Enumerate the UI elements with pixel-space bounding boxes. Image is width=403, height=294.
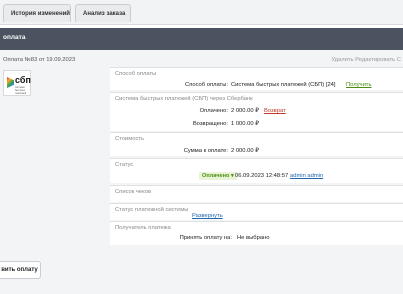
refund-link[interactable]: Возврат: [264, 108, 286, 114]
expand-link[interactable]: Развернуть: [192, 213, 223, 219]
returned-value: 1 000.00 ₽: [231, 121, 259, 127]
bottom-bar: вить оплату: [0, 245, 403, 294]
paid-value: 2 000.00 ₽: [231, 108, 259, 114]
tab-history[interactable]: История изменений: [3, 4, 71, 22]
status-select[interactable]: Оплачено ▾: [199, 172, 237, 180]
payment-method-label: Способ оплаты:: [185, 82, 228, 88]
receiver-value[interactable]: Не выбрано: [237, 235, 269, 241]
section-title: оплата: [3, 34, 26, 41]
section-payment-system-status: Статус платежной системы Развернуть: [110, 203, 403, 220]
receiver-title: Получатель платежа: [115, 225, 171, 231]
amount-due-value: 2 000.00 ₽: [231, 148, 259, 154]
payment-number: Оплата №83 от 19.09.2023: [3, 57, 76, 63]
section-sbp: Система быстрых платежей (СБП) через Сбе…: [110, 92, 403, 131]
payment-method-value: Система быстрых платежей (СБП) [24]: [231, 82, 336, 88]
section-payment-method: Способ оплаты Способ оплаты: Система быс…: [110, 67, 403, 90]
status-user-link[interactable]: admin admin: [290, 173, 323, 179]
cost-title: Стоимость: [115, 136, 145, 142]
amount-due-label: Сумма к оплате:: [183, 148, 228, 154]
checks-title: Список чеков: [115, 189, 152, 195]
save-payment-button[interactable]: вить оплату: [0, 261, 41, 279]
returned-label: Возвращено:: [192, 121, 228, 127]
sbp-title: Система быстрых платежей (СБП) через Сбе…: [115, 96, 253, 102]
status-selected: Оплачено: [202, 173, 230, 179]
sbp-logo-mark: [7, 77, 14, 88]
tabs-bar: История изменений Анализ заказа: [0, 0, 403, 25]
section-status: Статус Оплачено ▾ 06.09.2023 12:48:57 ad…: [110, 158, 403, 183]
paid-label: Оплачено:: [199, 108, 228, 114]
payment-actions[interactable]: Удалить Редактировать С: [331, 57, 401, 63]
sbp-logo: сбп система быстрых платежей: [3, 70, 31, 96]
receiver-label: Принять оплату на:: [179, 235, 232, 241]
sbp-logo-text: сбп: [15, 75, 31, 85]
section-checks: Список чеков: [110, 185, 403, 202]
get-payment-link[interactable]: Получить: [346, 82, 371, 88]
tab-order-analysis[interactable]: Анализ заказа: [75, 4, 131, 22]
section-receiver: Получатель платежа Принять оплату на: Не…: [110, 221, 403, 245]
payment-panel: Оплата №83 от 19.09.2023 Удалить Редакти…: [0, 50, 403, 245]
chevron-down-icon: ▾: [230, 173, 234, 179]
section-header: оплата: [0, 28, 403, 50]
sbp-logo-subtext: система быстрых платежей: [15, 86, 27, 95]
section-cost: Стоимость Сумма к оплате: 2 000.00 ₽: [110, 132, 403, 156]
status-date: 06.09.2023 12:48:57: [235, 173, 289, 179]
payment-system-status-title: Статус платежной системы: [115, 207, 189, 213]
payment-method-title: Способ оплаты: [115, 71, 157, 77]
status-title: Статус: [115, 162, 134, 168]
